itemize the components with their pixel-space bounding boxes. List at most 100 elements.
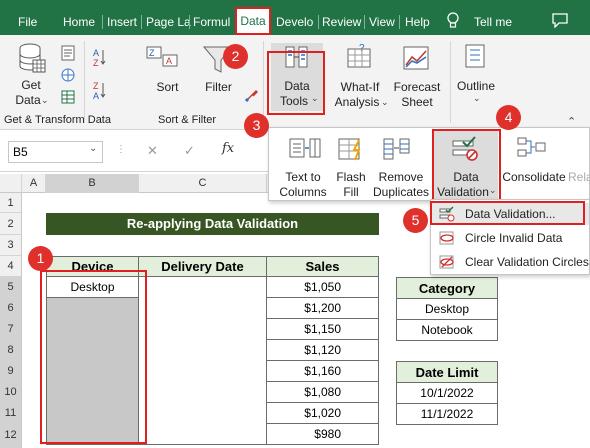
category-cell[interactable]: Notebook (396, 319, 498, 341)
forecast-sheet-label-1[interactable]: Forecast (389, 80, 445, 95)
tell-me-search[interactable]: Tell me (474, 15, 512, 29)
col-header-a[interactable]: A (22, 174, 46, 193)
text-to-columns-label-1[interactable]: Text to (273, 170, 333, 185)
row-header[interactable]: 12 (0, 424, 22, 448)
col-header-b[interactable]: B (46, 174, 139, 193)
select-all-corner[interactable] (0, 174, 22, 193)
what-if-label-2[interactable]: Analysis (331, 95, 383, 110)
svg-text:Z: Z (93, 81, 99, 91)
menu-item-clear-circles[interactable]: Clear Validation Circles (431, 251, 589, 273)
row-header[interactable]: 9 (0, 361, 22, 382)
tab-view[interactable]: View (369, 15, 395, 29)
svg-text:A: A (93, 91, 99, 100)
tab-home[interactable]: Home (63, 15, 95, 29)
header-delivery-date[interactable]: Delivery Date (138, 256, 267, 277)
tab-data[interactable]: Data (235, 7, 271, 35)
remove-duplicates-label-1[interactable]: Remove (371, 170, 431, 185)
sales-cell[interactable]: $1,120 (266, 339, 379, 361)
tab-help[interactable]: Help (405, 15, 430, 29)
row-header[interactable]: 3 (0, 235, 22, 256)
sales-cell[interactable]: $1,050 (266, 276, 379, 298)
tab-divider (141, 15, 142, 29)
tab-review[interactable]: Review (322, 15, 361, 29)
group-label-get-transform: Get & Transform Data (4, 114, 111, 126)
tab-insert[interactable]: Insert (107, 15, 137, 29)
group-divider (84, 41, 85, 123)
col-header-c[interactable]: C (139, 174, 267, 193)
sort-za-icon[interactable]: ZA (93, 80, 127, 103)
device-column-highlight (40, 270, 147, 444)
comments-icon[interactable] (552, 13, 568, 31)
row-header[interactable]: 6 (0, 298, 22, 319)
row-header[interactable]: 11 (0, 403, 22, 424)
menu-item-circle-invalid[interactable]: Circle Invalid Data (431, 227, 589, 249)
tab-divider (189, 15, 190, 29)
cancel-icon[interactable]: ✕ (147, 143, 158, 159)
from-text-icon[interactable] (60, 45, 76, 64)
sheet-title[interactable]: Re-applying Data Validation (46, 213, 379, 235)
tab-file[interactable]: File (18, 15, 37, 29)
tab-page-layout[interactable]: Page La (146, 15, 191, 29)
step-badge-4: 4 (496, 105, 521, 130)
row-header[interactable]: 4 (0, 256, 22, 277)
clear-circles-icon (439, 254, 455, 270)
name-box[interactable]: B5 ⌄ (8, 141, 103, 163)
consolidate-icon (517, 136, 547, 163)
tab-formulas[interactable]: Formul (193, 15, 230, 29)
flash-fill-label-2[interactable]: Fill (333, 185, 369, 200)
outline-button[interactable]: Outline (452, 79, 500, 94)
sort-button[interactable]: Sort (150, 80, 185, 95)
menu-item-label: Circle Invalid Data (465, 231, 563, 245)
row-header[interactable]: 8 (0, 340, 22, 361)
remove-duplicates-label-2[interactable]: Duplicates (371, 185, 431, 200)
row-header[interactable]: 2 (0, 213, 22, 235)
sales-cell[interactable]: $1,080 (266, 381, 379, 403)
category-cell[interactable]: Desktop (396, 298, 498, 320)
delivery-date-range[interactable] (138, 276, 267, 445)
flash-fill-icon (337, 136, 367, 165)
forecast-sheet-label-2[interactable]: Sheet (389, 95, 445, 110)
sales-cell[interactable]: $980 (266, 423, 379, 445)
tab-divider (318, 15, 319, 29)
sales-cell[interactable]: $1,200 (266, 297, 379, 319)
sales-cell[interactable]: $1,160 (266, 360, 379, 382)
chevron-down-icon: ⌄ (41, 95, 49, 105)
flash-fill-label-1[interactable]: Flash (333, 170, 369, 185)
consolidate-label[interactable]: Consolidate (501, 170, 567, 185)
what-if-icon: ? (346, 43, 374, 76)
group-divider (263, 41, 264, 123)
from-web-icon[interactable] (60, 67, 76, 86)
svg-text:A: A (93, 48, 99, 58)
date-limit-header[interactable]: Date Limit (396, 361, 498, 383)
row-header[interactable]: 10 (0, 382, 22, 403)
menu-item-label: Clear Validation Circles (465, 255, 589, 269)
from-table-icon[interactable] (60, 89, 76, 108)
outline-icon (462, 43, 488, 72)
header-sales[interactable]: Sales (266, 256, 379, 277)
sales-cell[interactable]: $1,020 (266, 402, 379, 424)
reapply-icon[interactable] (244, 89, 258, 106)
text-to-columns-label-2[interactable]: Columns (273, 185, 333, 200)
row-header[interactable]: 1 (0, 193, 22, 213)
sort-dialog-icon: ZA (145, 45, 183, 78)
svg-text:?: ? (359, 43, 365, 54)
svg-text:Z: Z (149, 48, 155, 58)
tab-developer[interactable]: Develo (276, 15, 313, 29)
row-header[interactable]: 7 (0, 319, 22, 340)
date-limit-cell[interactable]: 11/1/2022 (396, 403, 498, 425)
lightbulb-icon[interactable] (446, 12, 460, 33)
row-header[interactable]: 5 (0, 277, 22, 298)
chevron-down-icon: ⌄ (89, 143, 98, 154)
enter-icon[interactable]: ✓ (184, 143, 195, 159)
step-badge-5: 5 (403, 208, 428, 233)
category-header[interactable]: Category (396, 277, 498, 299)
date-limit-cell[interactable]: 10/1/2022 (396, 382, 498, 404)
relationships-label: Rela (568, 170, 590, 184)
get-data-button-label[interactable]: Get (11, 78, 51, 93)
what-if-label-1[interactable]: What-If (334, 80, 386, 95)
sales-cell[interactable]: $1,150 (266, 318, 379, 340)
filter-button[interactable]: Filter (202, 80, 235, 95)
sort-az-icon[interactable]: AZ (93, 47, 127, 70)
insert-function-icon[interactable]: fx (222, 141, 234, 156)
forecast-sheet-icon (402, 43, 430, 76)
